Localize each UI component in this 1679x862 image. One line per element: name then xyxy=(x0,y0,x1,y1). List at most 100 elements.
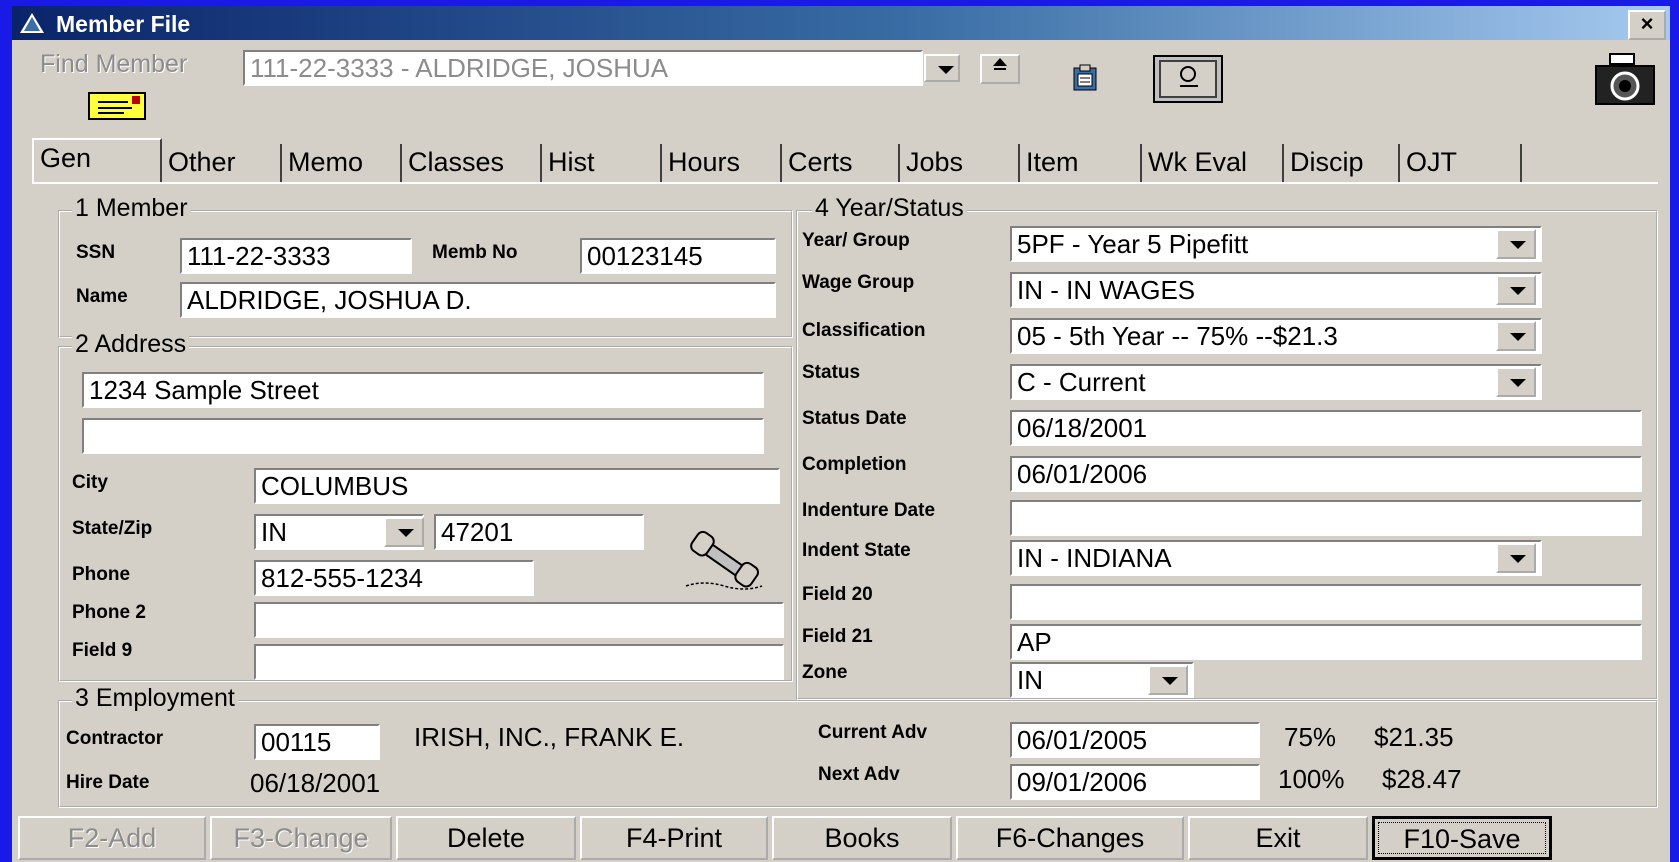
year-group-combo[interactable]: 5PF - Year 5 Pipefitt xyxy=(1010,226,1542,262)
field20-field[interactable] xyxy=(1010,584,1642,620)
tab-label: Classes xyxy=(408,147,505,177)
memb-no-label: Memb No xyxy=(432,242,518,263)
next-adv-field[interactable]: 09/01/2006 xyxy=(1010,764,1260,800)
zone-label: Zone xyxy=(802,662,848,683)
field21-field[interactable]: AP xyxy=(1010,624,1642,660)
member-file-window: Member File × Find Member 111-22-3333 - … xyxy=(12,6,1670,862)
find-up-button[interactable] xyxy=(980,54,1020,84)
classification-dropdown-button[interactable] xyxy=(1496,321,1536,351)
safe-icon[interactable] xyxy=(1152,54,1224,104)
field20-label: Field 20 xyxy=(802,584,873,605)
tab-gen[interactable]: Gen xyxy=(32,138,162,184)
tab-wk-eval[interactable]: Wk Eval xyxy=(1142,144,1284,184)
indenture-date-field[interactable] xyxy=(1010,500,1642,536)
up-arrow-icon xyxy=(993,58,1007,70)
member-group-title: 1 Member xyxy=(72,194,191,223)
tab-hist[interactable]: Hist xyxy=(542,144,662,184)
city-field[interactable]: COLUMBUS xyxy=(254,468,780,504)
next-adv-percent: 100% xyxy=(1278,764,1345,794)
wage-group-label: Wage Group xyxy=(802,272,915,293)
tab-item[interactable]: Item xyxy=(1020,144,1142,184)
phone-field[interactable]: 812-555-1234 xyxy=(254,560,534,596)
field9-field[interactable] xyxy=(254,644,784,680)
status-date-field[interactable]: 06/18/2001 xyxy=(1010,410,1642,446)
field9-label: Field 9 xyxy=(72,640,133,661)
year-group-dropdown-button[interactable] xyxy=(1496,229,1536,259)
zip-field[interactable]: 47201 xyxy=(434,514,644,550)
change-button[interactable]: F3-Change xyxy=(210,816,392,860)
print-button[interactable]: F4-Print xyxy=(580,816,768,860)
current-adv-field[interactable]: 06/01/2005 xyxy=(1010,722,1260,758)
window-title: Member File xyxy=(56,11,191,37)
telephone-icon[interactable] xyxy=(684,530,764,590)
wage-group-combo[interactable]: IN - IN WAGES xyxy=(1010,272,1542,308)
tab-label: Memo xyxy=(288,147,364,177)
classification-combo[interactable]: 05 - 5th Year -- 75% --$21.3 xyxy=(1010,318,1542,354)
indent-state-combo[interactable]: IN - INDIANA xyxy=(1010,540,1542,576)
current-adv-percent: 75% xyxy=(1284,722,1337,752)
memb-no-field[interactable]: 00123145 xyxy=(580,238,776,274)
contractor-name: IRISH, INC., FRANK E. xyxy=(414,722,685,752)
tab-other[interactable]: Other xyxy=(162,144,282,184)
tab-label: Hours xyxy=(668,147,741,177)
save-button[interactable]: F10-Save xyxy=(1372,816,1552,860)
close-button[interactable]: × xyxy=(1628,10,1666,40)
delete-button[interactable]: Delete xyxy=(396,816,576,860)
tab-jobs[interactable]: Jobs xyxy=(900,144,1020,184)
next-adv-label: Next Adv xyxy=(818,764,900,785)
add-button[interactable]: F2-Add xyxy=(18,816,206,860)
wage-group-dropdown-button[interactable] xyxy=(1496,275,1536,305)
indent-state-dropdown-button[interactable] xyxy=(1496,543,1536,573)
status-dropdown-button[interactable] xyxy=(1496,367,1536,397)
tab-label: Discip xyxy=(1290,147,1364,177)
tab-certs[interactable]: Certs xyxy=(782,144,900,184)
address-line1-field[interactable]: 1234 Sample Street xyxy=(82,372,764,408)
tab-hours[interactable]: Hours xyxy=(662,144,782,184)
exit-button[interactable]: Exit xyxy=(1188,816,1368,860)
changes-button[interactable]: F6-Changes xyxy=(956,816,1184,860)
find-member-combo[interactable]: 111-22-3333 - ALDRIDGE, JOSHUA xyxy=(243,50,923,86)
current-adv-rate: $21.35 xyxy=(1374,722,1454,752)
tab-memo[interactable]: Memo xyxy=(282,144,402,184)
status-combo[interactable]: C - Current xyxy=(1010,364,1542,400)
tab-discip[interactable]: Discip xyxy=(1284,144,1400,184)
books-button[interactable]: Books xyxy=(772,816,952,860)
tab-label: Wk Eval xyxy=(1148,147,1248,177)
address-line2-field[interactable] xyxy=(82,418,764,454)
find-member-label: Find Member xyxy=(40,50,188,78)
completion-field[interactable]: 06/01/2006 xyxy=(1010,456,1642,492)
note-icon[interactable] xyxy=(88,92,146,120)
tab-label: Certs xyxy=(788,147,853,177)
hire-date-label: Hire Date xyxy=(66,772,150,793)
tab-label: Jobs xyxy=(906,147,964,177)
member-group xyxy=(58,210,793,338)
tab-panel-border xyxy=(32,182,1658,184)
phone2-field[interactable] xyxy=(254,602,784,638)
tab-ojt[interactable]: OJT xyxy=(1400,144,1522,184)
address-group-title: 2 Address xyxy=(72,330,190,359)
state-dropdown-button[interactable] xyxy=(384,517,424,547)
indent-state-label: Indent State xyxy=(802,540,911,561)
year-group-label: Year/ Group xyxy=(802,230,910,251)
ssn-field[interactable]: 111-22-3333 xyxy=(180,238,412,274)
next-adv-rate: $28.47 xyxy=(1382,764,1462,794)
tab-classes[interactable]: Classes xyxy=(402,144,542,184)
find-member-dropdown-button[interactable] xyxy=(924,54,960,82)
current-adv-label: Current Adv xyxy=(818,722,928,743)
year-status-group-title: 4 Year/Status xyxy=(812,194,967,223)
ssn-label: SSN xyxy=(76,242,116,263)
name-field[interactable]: ALDRIDGE, JOSHUA D. xyxy=(180,282,776,318)
camera-icon[interactable] xyxy=(1592,50,1658,108)
status-date-label: Status Date xyxy=(802,408,907,429)
hire-date-value: 06/18/2001 xyxy=(250,768,381,798)
clipboard-icon[interactable] xyxy=(1068,64,1104,92)
name-label: Name xyxy=(76,286,128,307)
tab-label: OJT xyxy=(1406,147,1457,177)
tab-label: Item xyxy=(1026,147,1079,177)
title-bar: Member File × xyxy=(12,6,1670,40)
indenture-date-label: Indenture Date xyxy=(802,500,936,521)
zone-dropdown-button[interactable] xyxy=(1148,665,1188,695)
contractor-code-field[interactable]: 00115 xyxy=(254,724,380,760)
field21-label: Field 21 xyxy=(802,626,873,647)
tab-label: Hist xyxy=(548,147,595,177)
